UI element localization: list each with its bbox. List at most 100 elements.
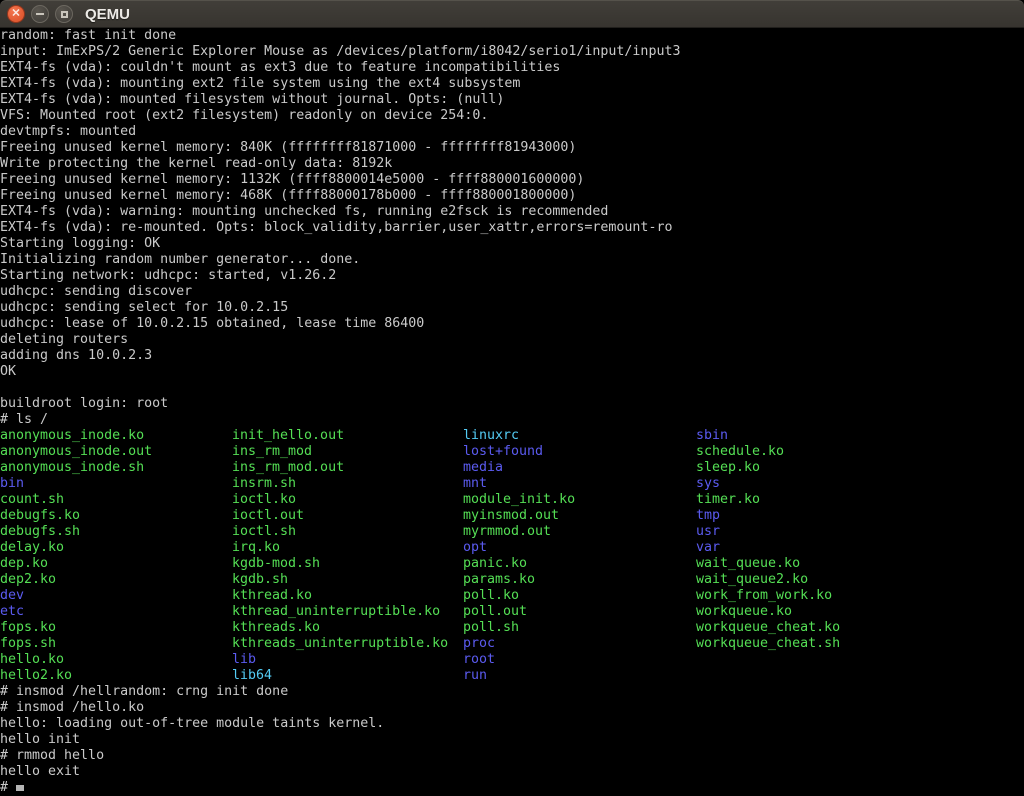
file-entry: lost+found: [463, 444, 696, 460]
file-entry: kthreads.ko: [232, 620, 463, 636]
file-entry: module_init.ko: [463, 492, 696, 508]
file-entry: debugfs.ko: [0, 508, 232, 524]
file-entry: ioctl.sh: [232, 524, 463, 540]
file-entry: myrmmod.out: [463, 524, 696, 540]
file-entry: ins_rm_mod.out: [232, 460, 463, 476]
file-entry: count.sh: [0, 492, 232, 508]
file-entry: lib64: [232, 668, 463, 684]
file-entry: params.ko: [463, 572, 696, 588]
console-line: OK: [0, 364, 1024, 380]
file-entry: anonymous_inode.ko: [0, 428, 232, 444]
file-entry: init_hello.out: [232, 428, 463, 444]
file-entry: media: [463, 460, 696, 476]
file-entry: workqueue_cheat.sh: [696, 636, 1024, 652]
console-line: hello: loading out-of-tree module taints…: [0, 716, 1024, 732]
file-entry: ioctl.ko: [232, 492, 463, 508]
console-line: Initializing random number generator... …: [0, 252, 1024, 268]
file-entry: proc: [463, 636, 696, 652]
console-line: Write protecting the kernel read-only da…: [0, 156, 1024, 172]
console-line: # ls /: [0, 412, 1024, 428]
console-line: hello init: [0, 732, 1024, 748]
console-line: buildroot login: root: [0, 396, 1024, 412]
console-line: random: fast init done: [0, 28, 1024, 44]
file-entry-empty: [696, 668, 1024, 684]
maximize-button[interactable]: [55, 5, 73, 23]
file-entry: linuxrc: [463, 428, 696, 444]
console-line: Freeing unused kernel memory: 1132K (fff…: [0, 172, 1024, 188]
file-entry: kthread.ko: [232, 588, 463, 604]
console-line: EXT4-fs (vda): couldn't mount as ext3 du…: [0, 60, 1024, 76]
file-entry: poll.out: [463, 604, 696, 620]
console-line: Starting network: udhcpc: started, v1.26…: [0, 268, 1024, 284]
minimize-icon: [36, 13, 44, 15]
file-entry: kthreads_uninterruptible.ko: [232, 636, 463, 652]
file-entry: insrm.sh: [232, 476, 463, 492]
file-entry: hello.ko: [0, 652, 232, 668]
file-entry: ioctl.out: [232, 508, 463, 524]
file-entry: dev: [0, 588, 232, 604]
console-line: hello exit: [0, 764, 1024, 780]
shell-log: # insmod /hellrandom: crng init done# in…: [0, 684, 1024, 780]
file-entry: work_from_work.ko: [696, 588, 1024, 604]
shell-prompt: #: [0, 780, 8, 795]
console-line: EXT4-fs (vda): warning: mounting uncheck…: [0, 204, 1024, 220]
file-entry: ins_rm_mod: [232, 444, 463, 460]
file-entry: kgdb.sh: [232, 572, 463, 588]
file-entry: irq.ko: [232, 540, 463, 556]
console-line: Starting logging: OK: [0, 236, 1024, 252]
file-entry: workqueue_cheat.ko: [696, 620, 1024, 636]
console-line: [0, 380, 1024, 396]
qemu-window: ✕ QEMU random: fast init doneinput: ImEx…: [0, 0, 1024, 796]
file-entry: opt: [463, 540, 696, 556]
file-entry: dep2.ko: [0, 572, 232, 588]
close-icon: ✕: [11, 8, 20, 19]
file-entry: lib: [232, 652, 463, 668]
console-line: # rmmod hello: [0, 748, 1024, 764]
terminal-screen[interactable]: random: fast init doneinput: ImExPS/2 Ge…: [0, 28, 1024, 796]
prompt-line: #: [0, 780, 1024, 796]
window-titlebar: ✕ QEMU: [0, 0, 1024, 28]
console-line: # insmod /hello.ko: [0, 700, 1024, 716]
file-entry: timer.ko: [696, 492, 1024, 508]
maximize-icon: [61, 11, 68, 18]
file-entry: fops.ko: [0, 620, 232, 636]
file-entry: workqueue.ko: [696, 604, 1024, 620]
file-entry: sys: [696, 476, 1024, 492]
close-button[interactable]: ✕: [7, 5, 25, 23]
console-line: EXT4-fs (vda): mounting ext2 file system…: [0, 76, 1024, 92]
file-entry: anonymous_inode.out: [0, 444, 232, 460]
file-entry: panic.ko: [463, 556, 696, 572]
file-entry: poll.sh: [463, 620, 696, 636]
file-entry: dep.ko: [0, 556, 232, 572]
file-entry: mnt: [463, 476, 696, 492]
console-line: EXT4-fs (vda): re-mounted. Opts: block_v…: [0, 220, 1024, 236]
file-entry: wait_queue2.ko: [696, 572, 1024, 588]
file-entry: hello2.ko: [0, 668, 232, 684]
file-entry: sbin: [696, 428, 1024, 444]
console-line: Freeing unused kernel memory: 840K (ffff…: [0, 140, 1024, 156]
console-line: input: ImExPS/2 Generic Explorer Mouse a…: [0, 44, 1024, 60]
console-line: Freeing unused kernel memory: 468K (ffff…: [0, 188, 1024, 204]
console-line: udhcpc: sending discover: [0, 284, 1024, 300]
file-entry: root: [463, 652, 696, 668]
file-entry: poll.ko: [463, 588, 696, 604]
file-entry: debugfs.sh: [0, 524, 232, 540]
minimize-button[interactable]: [31, 5, 49, 23]
file-entry: kgdb-mod.sh: [232, 556, 463, 572]
file-entry: run: [463, 668, 696, 684]
boot-log: random: fast init doneinput: ImExPS/2 Ge…: [0, 28, 1024, 428]
file-entry: tmp: [696, 508, 1024, 524]
file-entry: kthread_uninterruptible.ko: [232, 604, 463, 620]
window-title: QEMU: [85, 6, 130, 23]
window-controls: ✕: [0, 5, 73, 23]
console-line: udhcpc: lease of 10.0.2.15 obtained, lea…: [0, 316, 1024, 332]
console-line: devtmpfs: mounted: [0, 124, 1024, 140]
console-line: deleting routers: [0, 332, 1024, 348]
file-entry: var: [696, 540, 1024, 556]
file-entry: wait_queue.ko: [696, 556, 1024, 572]
file-entry: sleep.ko: [696, 460, 1024, 476]
console-line: # insmod /hellrandom: crng init done: [0, 684, 1024, 700]
console-line: VFS: Mounted root (ext2 filesystem) read…: [0, 108, 1024, 124]
console-line: EXT4-fs (vda): mounted filesystem withou…: [0, 92, 1024, 108]
terminal-cursor: [16, 785, 24, 791]
